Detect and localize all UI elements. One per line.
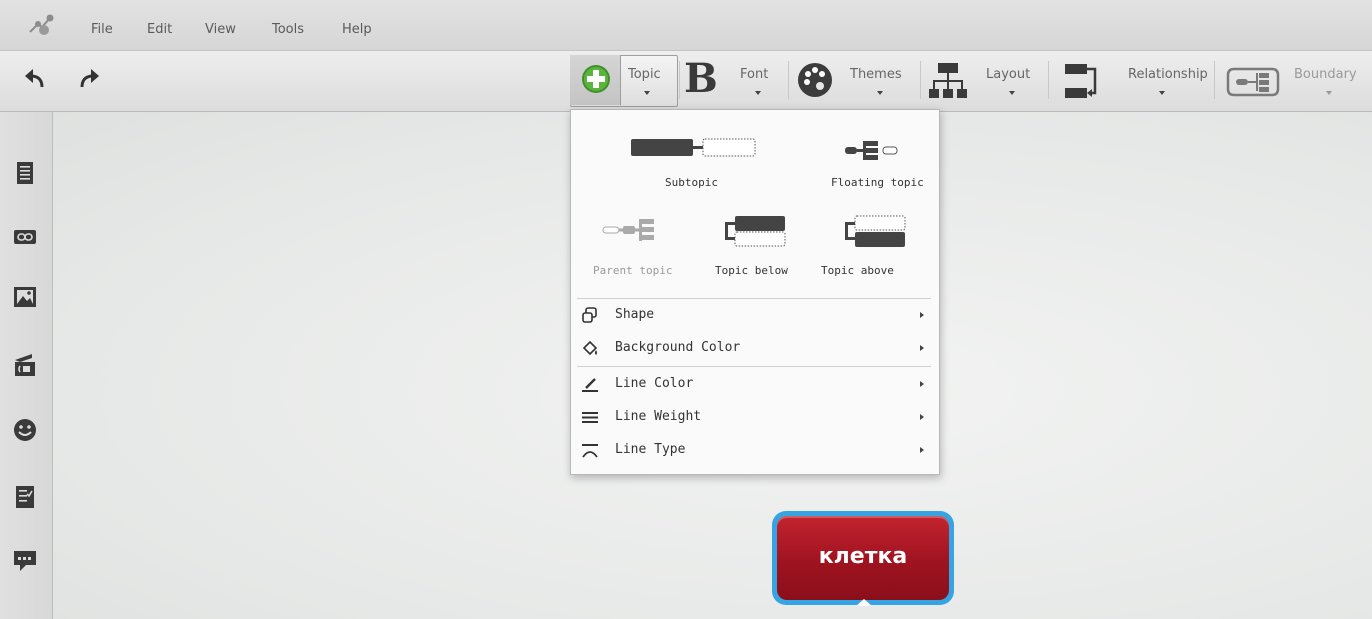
central-topic-text: клетка: [818, 544, 908, 569]
chevron-right-icon: [920, 414, 924, 420]
toolbar-divider: [1214, 61, 1215, 99]
central-topic-node[interactable]: клетка: [772, 511, 954, 606]
menu-file[interactable]: File: [91, 22, 113, 37]
topic-above-icon: [845, 215, 906, 247]
menu-view[interactable]: View: [205, 22, 236, 37]
font-button[interactable]: B Font: [684, 55, 784, 105]
chevron-down-icon: [1159, 91, 1165, 95]
line-type-menu-item[interactable]: Line Type: [571, 435, 939, 465]
audio-note-icon[interactable]: [12, 352, 38, 378]
chevron-down-icon: [1009, 91, 1015, 95]
layout-label: Layout: [986, 67, 1031, 82]
topic-below-icon: [725, 216, 786, 247]
menu-divider: [577, 298, 931, 299]
line-type-icon: [582, 444, 598, 458]
topic-above-label: Topic above: [821, 264, 894, 277]
line-color-label: Line Color: [615, 376, 694, 391]
themes-button[interactable]: Themes: [796, 55, 918, 105]
relationship-icon: [1065, 64, 1097, 98]
left-sidebar: [0, 112, 53, 619]
app-logo: [29, 14, 54, 35]
boundary-button[interactable]: Boundary: [1226, 55, 1372, 105]
line-type-label: Line Type: [615, 442, 686, 457]
boundary-icon: [1226, 67, 1280, 97]
paint-bucket-icon: [582, 340, 598, 356]
floating-topic-icon: [845, 141, 898, 160]
subtopic-icon: [631, 138, 756, 157]
parent-topic-icon: [602, 219, 654, 241]
topic-above-option[interactable]: Topic above: [821, 214, 925, 284]
toolbar-divider: [788, 61, 789, 99]
node-collapse-notch: [856, 599, 872, 606]
topic-button[interactable]: Topic: [570, 55, 678, 107]
pencil-line-icon: [582, 378, 598, 392]
chevron-down-icon: [877, 91, 883, 95]
subtopic-option[interactable]: Subtopic: [611, 130, 771, 200]
relationship-button[interactable]: Relationship: [1060, 55, 1212, 105]
task-icon[interactable]: [12, 484, 38, 510]
line-weight-menu-item[interactable]: Line Weight: [571, 402, 939, 432]
floating-topic-label: Floating topic: [831, 176, 924, 189]
background-color-menu-item[interactable]: Background Color: [571, 333, 939, 363]
chevron-right-icon: [920, 381, 924, 387]
floating-topic-option[interactable]: Floating topic: [821, 130, 931, 200]
subtopic-label: Subtopic: [665, 176, 718, 189]
line-weight-label: Line Weight: [615, 409, 702, 424]
chevron-right-icon: [920, 447, 924, 453]
menu-help[interactable]: Help: [342, 22, 372, 37]
parent-topic-option: Parent topic: [587, 214, 687, 284]
shape-menu-item[interactable]: Shape: [571, 300, 939, 330]
topic-label: Topic: [628, 67, 661, 82]
font-label: Font: [740, 67, 769, 82]
relationship-label: Relationship: [1128, 67, 1208, 82]
topic-dropdown-menu: Subtopic Floating topic Parent topic Top…: [570, 109, 940, 475]
comments-icon[interactable]: [12, 548, 38, 574]
central-topic-fill: клетка: [777, 516, 949, 600]
background-color-label: Background Color: [615, 340, 741, 355]
topic-below-label: Topic below: [715, 264, 788, 277]
parent-topic-label: Parent topic: [593, 264, 673, 277]
undo-icon[interactable]: [22, 67, 50, 93]
toolbar-divider: [1048, 61, 1049, 99]
chevron-right-icon: [920, 345, 924, 351]
shape-icon: [582, 307, 597, 323]
boundary-label: Boundary: [1294, 67, 1357, 82]
themes-label: Themes: [850, 67, 902, 82]
chevron-down-icon: [644, 91, 650, 95]
bold-icon: B: [684, 55, 718, 102]
menubar: File Edit View Tools Help: [0, 0, 1372, 51]
topic-below-option[interactable]: Topic below: [707, 214, 807, 284]
layout-button[interactable]: Layout: [926, 55, 1046, 105]
chevron-down-icon: [1326, 91, 1332, 95]
notes-icon[interactable]: [12, 160, 38, 186]
palette-icon: [798, 63, 832, 97]
chevron-down-icon: [755, 91, 761, 95]
line-color-menu-item[interactable]: Line Color: [571, 369, 939, 399]
menu-edit[interactable]: Edit: [147, 22, 172, 37]
menu-divider: [577, 366, 931, 367]
menu-tools[interactable]: Tools: [272, 22, 304, 37]
image-icon[interactable]: [12, 284, 38, 310]
link-icon[interactable]: [12, 224, 38, 250]
chevron-right-icon: [920, 312, 924, 318]
toolbar-divider: [679, 61, 680, 99]
line-weight-icon: [582, 412, 598, 423]
toolbar-divider: [920, 61, 921, 99]
org-chart-icon: [929, 63, 967, 98]
add-topic-icon: [582, 65, 610, 93]
redo-icon[interactable]: [74, 67, 102, 93]
shape-label: Shape: [615, 307, 655, 322]
emoji-icon[interactable]: [12, 417, 38, 443]
toolbar: Topic B Font Themes Layout Relationship …: [0, 51, 1372, 112]
